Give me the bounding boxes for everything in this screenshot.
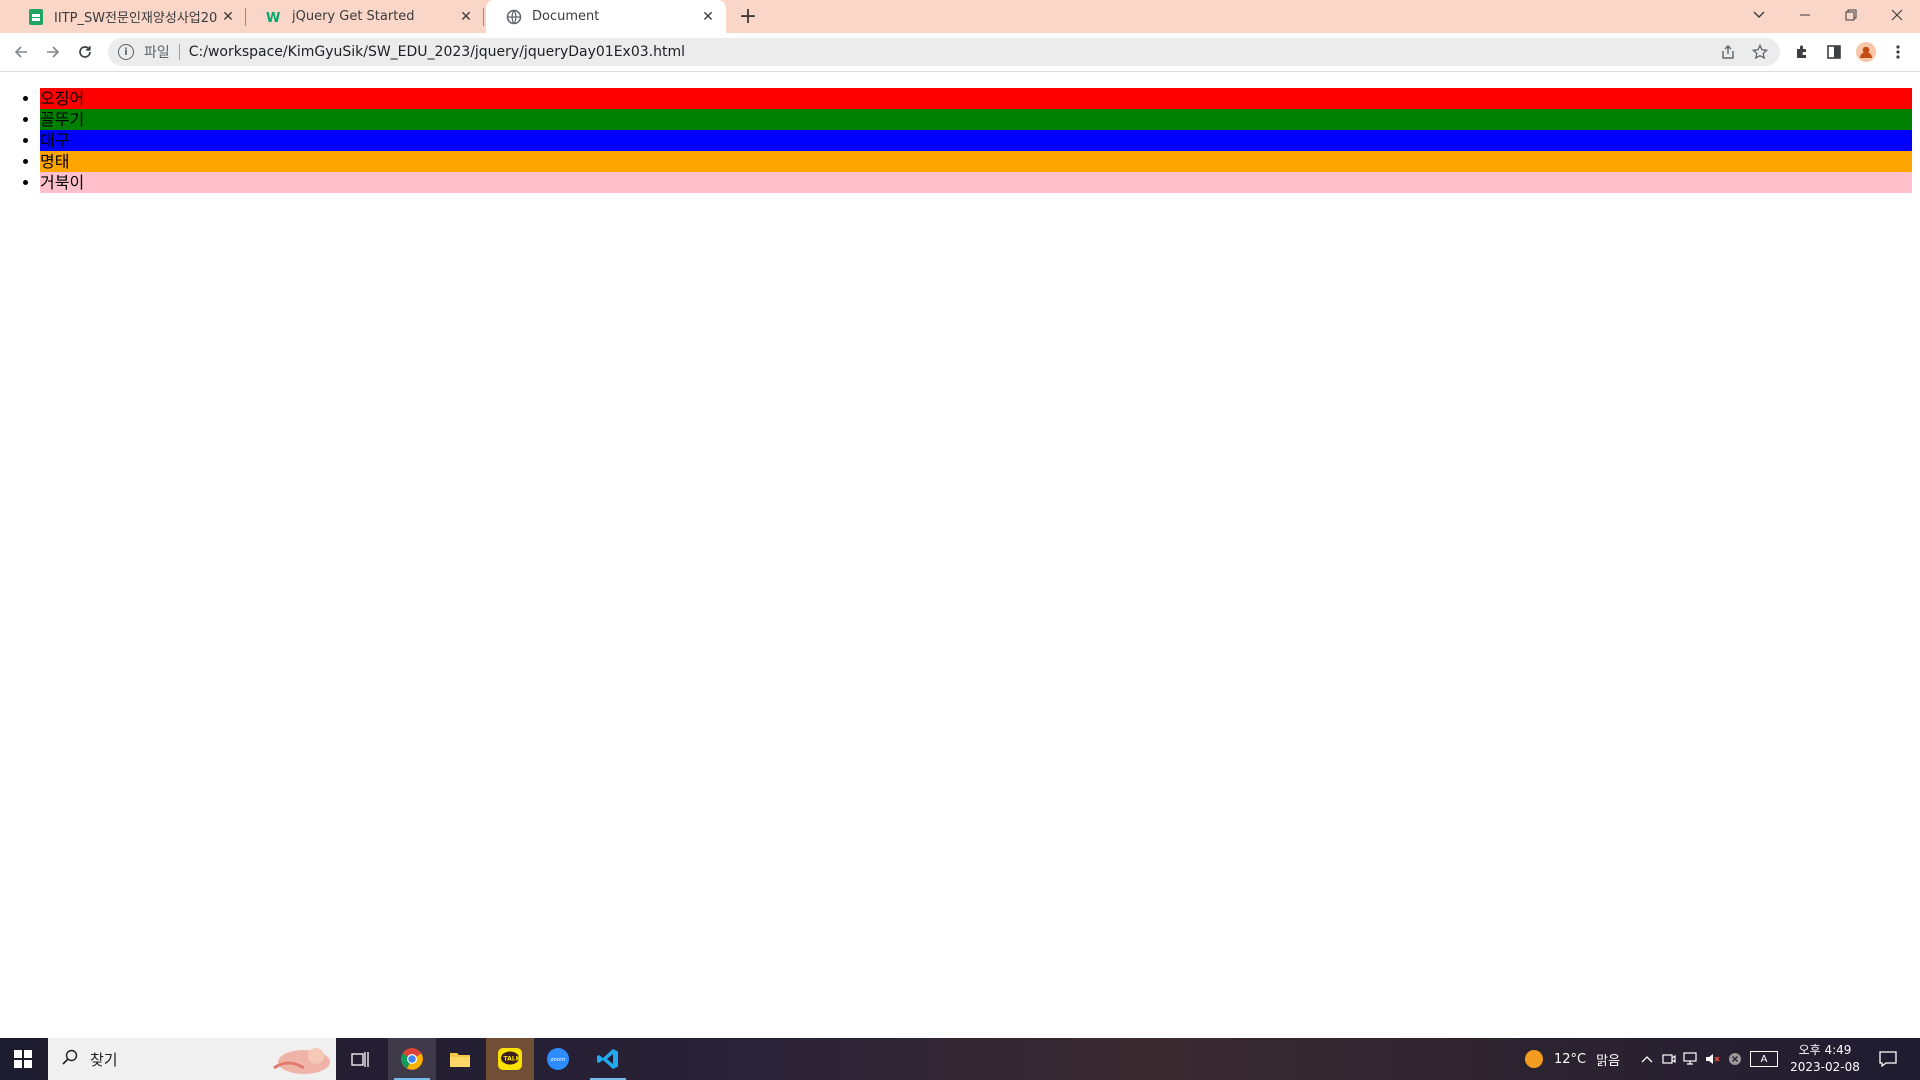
- weather-condition: 맑음: [1596, 1053, 1621, 1069]
- network-icon[interactable]: [1680, 1052, 1702, 1066]
- svg-text:W: W: [266, 11, 280, 25]
- windows-start-icon[interactable]: [0, 1038, 46, 1080]
- back-icon[interactable]: [8, 39, 34, 65]
- clock-time: 오후 4:49: [1798, 1043, 1852, 1057]
- tab-search-icon[interactable]: [1736, 0, 1782, 30]
- browser-toolbar: i 파일 C:/workspace/KimGyuSik/SW_EDU_2023/…: [0, 33, 1920, 72]
- globe-icon: [506, 9, 522, 25]
- list-item: 대구: [40, 130, 1912, 151]
- tray-icons: A: [1636, 1038, 1778, 1080]
- minimize-icon[interactable]: [1782, 0, 1828, 30]
- address-separator: [178, 44, 180, 60]
- taskbar-search-box[interactable]: 찾기: [48, 1038, 336, 1080]
- tab-close-icon[interactable]: ✕: [698, 7, 718, 27]
- tab-title: IITP_SW전문인재양성사업2023(: [54, 11, 218, 26]
- ime-indicator[interactable]: A: [1750, 1051, 1778, 1067]
- profile-avatar-icon[interactable]: [1854, 40, 1878, 64]
- search-highlight-illustration-icon: [264, 1042, 332, 1078]
- address-bar[interactable]: i 파일 C:/workspace/KimGyuSik/SW_EDU_2023/…: [108, 38, 1780, 66]
- search-placeholder: 찾기: [90, 1050, 118, 1069]
- notifications-icon[interactable]: [1864, 1038, 1912, 1080]
- sun-icon: [1525, 1050, 1543, 1068]
- fish-list: 오징어 꼴뚜기 대구 명태 거북이: [0, 88, 1912, 193]
- close-window-icon[interactable]: [1874, 0, 1920, 30]
- menu-kebab-icon[interactable]: [1886, 40, 1910, 64]
- tab-title: Document: [532, 9, 600, 24]
- url-text[interactable]: C:/workspace/KimGyuSik/SW_EDU_2023/jquer…: [189, 44, 1716, 60]
- volume-muted-icon[interactable]: [1702, 1052, 1724, 1066]
- windows-taskbar: 찾기 TALK zoom 12°C 맑음 A 오후 4:49 2023-02-0…: [0, 1038, 1920, 1080]
- weather-widget[interactable]: 12°C 맑음: [1524, 1038, 1620, 1080]
- extensions-icon[interactable]: [1790, 40, 1814, 64]
- tab-close-icon[interactable]: ✕: [218, 7, 238, 27]
- file-explorer-icon[interactable]: [436, 1038, 484, 1080]
- system-clock[interactable]: 오후 4:49 2023-02-08: [1790, 1042, 1860, 1076]
- forward-icon[interactable]: [40, 39, 66, 65]
- svg-text:zoom: zoom: [551, 1057, 566, 1063]
- page-content: 오징어 꼴뚜기 대구 명태 거북이: [0, 72, 1920, 1038]
- status-x-icon[interactable]: [1724, 1052, 1746, 1066]
- tab-close-icon[interactable]: ✕: [456, 7, 476, 27]
- restore-icon[interactable]: [1828, 0, 1874, 30]
- kakaotalk-icon[interactable]: TALK: [486, 1038, 534, 1080]
- clock-date: 2023-02-08: [1790, 1060, 1860, 1074]
- weather-temp: 12°C: [1554, 1051, 1587, 1067]
- vscode-icon[interactable]: [584, 1038, 632, 1080]
- tab-document[interactable]: Document ✕: [486, 0, 726, 33]
- tab-iitp[interactable]: IITP_SW전문인재양성사업2023( ✕: [8, 0, 246, 33]
- show-hidden-icons-chevron-icon[interactable]: [1636, 1055, 1658, 1063]
- list-item: 거북이: [40, 172, 1912, 193]
- list-item: 명태: [40, 151, 1912, 172]
- task-view-icon[interactable]: [336, 1038, 384, 1080]
- protocol-label: 파일: [144, 45, 170, 61]
- chrome-icon[interactable]: [388, 1038, 436, 1080]
- info-icon[interactable]: i: [118, 44, 134, 60]
- bookmark-star-icon[interactable]: [1748, 40, 1772, 64]
- share-icon[interactable]: [1716, 40, 1740, 64]
- green-sheet-icon: [28, 8, 44, 25]
- tab-strip: IITP_SW전문인재양성사업2023( ✕ W jQuery Get Star…: [0, 0, 1920, 33]
- new-tab-button[interactable]: +: [736, 4, 760, 29]
- w3schools-icon: W: [266, 9, 282, 25]
- meet-now-icon[interactable]: [1658, 1052, 1680, 1066]
- zoom-icon[interactable]: zoom: [534, 1038, 582, 1080]
- tab-title: jQuery Get Started: [292, 9, 415, 24]
- list-item: 오징어: [40, 88, 1912, 109]
- side-panel-icon[interactable]: [1822, 40, 1846, 64]
- reload-icon[interactable]: [72, 39, 98, 65]
- search-icon: [62, 1049, 78, 1069]
- list-item: 꼴뚜기: [40, 109, 1912, 130]
- tab-jquery[interactable]: W jQuery Get Started ✕: [246, 0, 484, 33]
- svg-text:TALK: TALK: [504, 1056, 521, 1063]
